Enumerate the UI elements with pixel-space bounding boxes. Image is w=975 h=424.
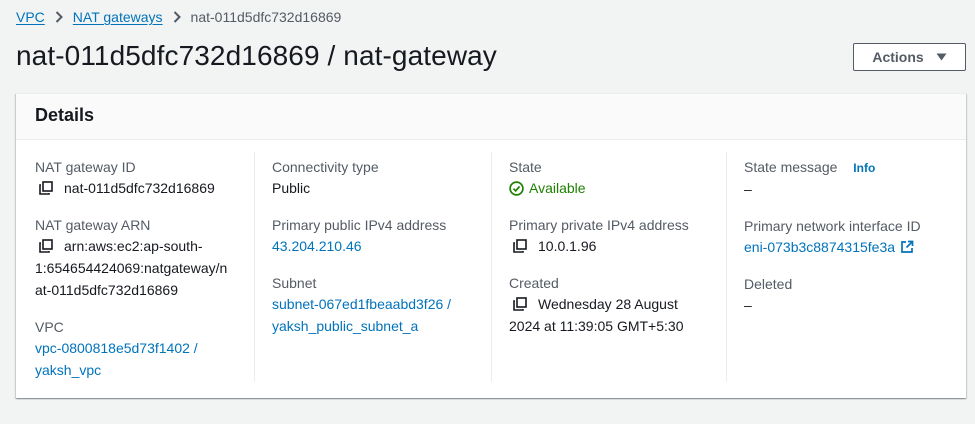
check-circle-icon [509,180,524,196]
nat-gateway-id-field: NAT gateway ID nat-011d5dfc732d16869 [35,157,246,199]
subnet-link-line-2[interactable]: yaksh_public_subnet_a [272,315,483,337]
details-column-4: State message Info – Primary network int… [726,152,966,382]
created-value-line-1: Wednesday 28 August [538,296,678,312]
details-column-3: State Available Primary private IPv4 add… [491,152,726,382]
private-ip-field: Primary private IPv4 address 10.0.1.96 [509,215,718,257]
network-interface-label: Primary network interface ID [744,218,921,234]
actions-button-label: Actions [872,49,924,65]
breadcrumb-vpc-link[interactable]: VPC [16,9,45,25]
details-column-2: Connectivity type Public Primary public … [254,152,491,382]
details-panel: Details NAT gateway ID nat-011d5dfc732d1… [16,93,966,398]
deleted-label: Deleted [744,276,793,292]
created-value-line-2: 2024 at 11:39:05 GMT+5:30 [509,318,684,334]
state-message-field: State message Info – [744,157,958,200]
deleted-value: – [744,297,752,313]
network-interface-link-row[interactable]: eni-073b3c8874315fe3a [744,236,958,258]
network-interface-link[interactable]: eni-073b3c8874315fe3a [744,239,895,255]
chevron-right-icon [55,11,63,23]
details-columns: NAT gateway ID nat-011d5dfc732d16869 NAT… [16,140,966,398]
connectivity-type-field: Connectivity type Public [272,157,483,199]
copy-icon[interactable] [513,297,527,311]
vpc-label: VPC [35,319,64,335]
private-ip-value-row: 10.0.1.96 [509,235,718,257]
copy-icon[interactable] [513,239,527,253]
nat-gateway-arn-label: NAT gateway ARN [35,217,151,233]
created-field: Created Wednesday 28 August 2024 at 11:3… [509,273,718,337]
state-message-value: – [744,181,752,197]
created-label: Created [509,275,559,291]
breadcrumb-current: nat-011d5dfc732d16869 [190,9,342,25]
nat-gateway-id-label: NAT gateway ID [35,159,136,175]
vpc-field: VPC vpc-0800818e5d73f1402 / yaksh_vpc [35,317,246,381]
state-value: Available [529,180,586,196]
nat-gateway-arn-line-2: 1:654654424069:natgateway/n [35,260,228,276]
nat-gateway-arn-line-1: arn:aws:ec2:ap-south- [64,238,203,254]
chevron-right-icon [173,11,181,23]
state-label: State [509,159,542,175]
nat-gateway-id-value-row: nat-011d5dfc732d16869 [35,177,246,199]
vpc-link-line-2[interactable]: yaksh_vpc [35,359,246,381]
public-ip-label: Primary public IPv4 address [272,217,447,233]
copy-icon[interactable] [39,181,53,195]
state-message-label: State message [744,159,838,175]
details-column-1: NAT gateway ID nat-011d5dfc732d16869 NAT… [16,152,254,382]
public-ip-field: Primary public IPv4 address 43.204.210.4… [272,215,483,257]
state-message-label-row: State message Info [744,157,958,178]
page-title: nat-011d5dfc732d16869 / nat-gateway [16,40,497,71]
vpc-link-line-1[interactable]: vpc-0800818e5d73f1402 / [35,337,246,359]
external-link-icon[interactable] [900,240,914,254]
nat-gateway-arn-field: NAT gateway ARN arn:aws:ec2:ap-south- 1:… [35,215,246,301]
nat-gateway-arn-line-3: at-011d5dfc732d16869 [35,282,178,298]
info-link[interactable]: Info [853,161,875,175]
state-value-row: Available [509,177,718,199]
breadcrumb: VPC NAT gateways nat-011d5dfc732d16869 [16,8,341,26]
created-value-row: Wednesday 28 August [509,293,718,315]
actions-button[interactable]: Actions [853,43,966,71]
private-ip-value: 10.0.1.96 [538,238,597,254]
subnet-link-line-1[interactable]: subnet-067ed1fbeaabd3f26 / [272,293,483,315]
copy-icon[interactable] [39,239,53,253]
nat-gateway-arn-value-row: arn:aws:ec2:ap-south- [35,235,246,257]
private-ip-label: Primary private IPv4 address [509,217,689,233]
nat-gateway-id-value: nat-011d5dfc732d16869 [64,180,215,196]
deleted-field: Deleted – [744,274,958,316]
subnet-label: Subnet [272,275,317,291]
connectivity-type-value: Public [272,180,311,196]
caret-down-icon [936,53,947,61]
public-ip-link[interactable]: 43.204.210.46 [272,235,483,257]
state-field: State Available [509,157,718,199]
breadcrumb-nat-gateways-link[interactable]: NAT gateways [73,9,163,25]
details-header: Details [16,94,966,140]
network-interface-field: Primary network interface ID eni-073b3c8… [744,216,958,258]
details-title: Details [35,105,95,125]
subnet-field: Subnet subnet-067ed1fbeaabd3f26 / yaksh_… [272,273,483,337]
connectivity-type-label: Connectivity type [272,159,379,175]
